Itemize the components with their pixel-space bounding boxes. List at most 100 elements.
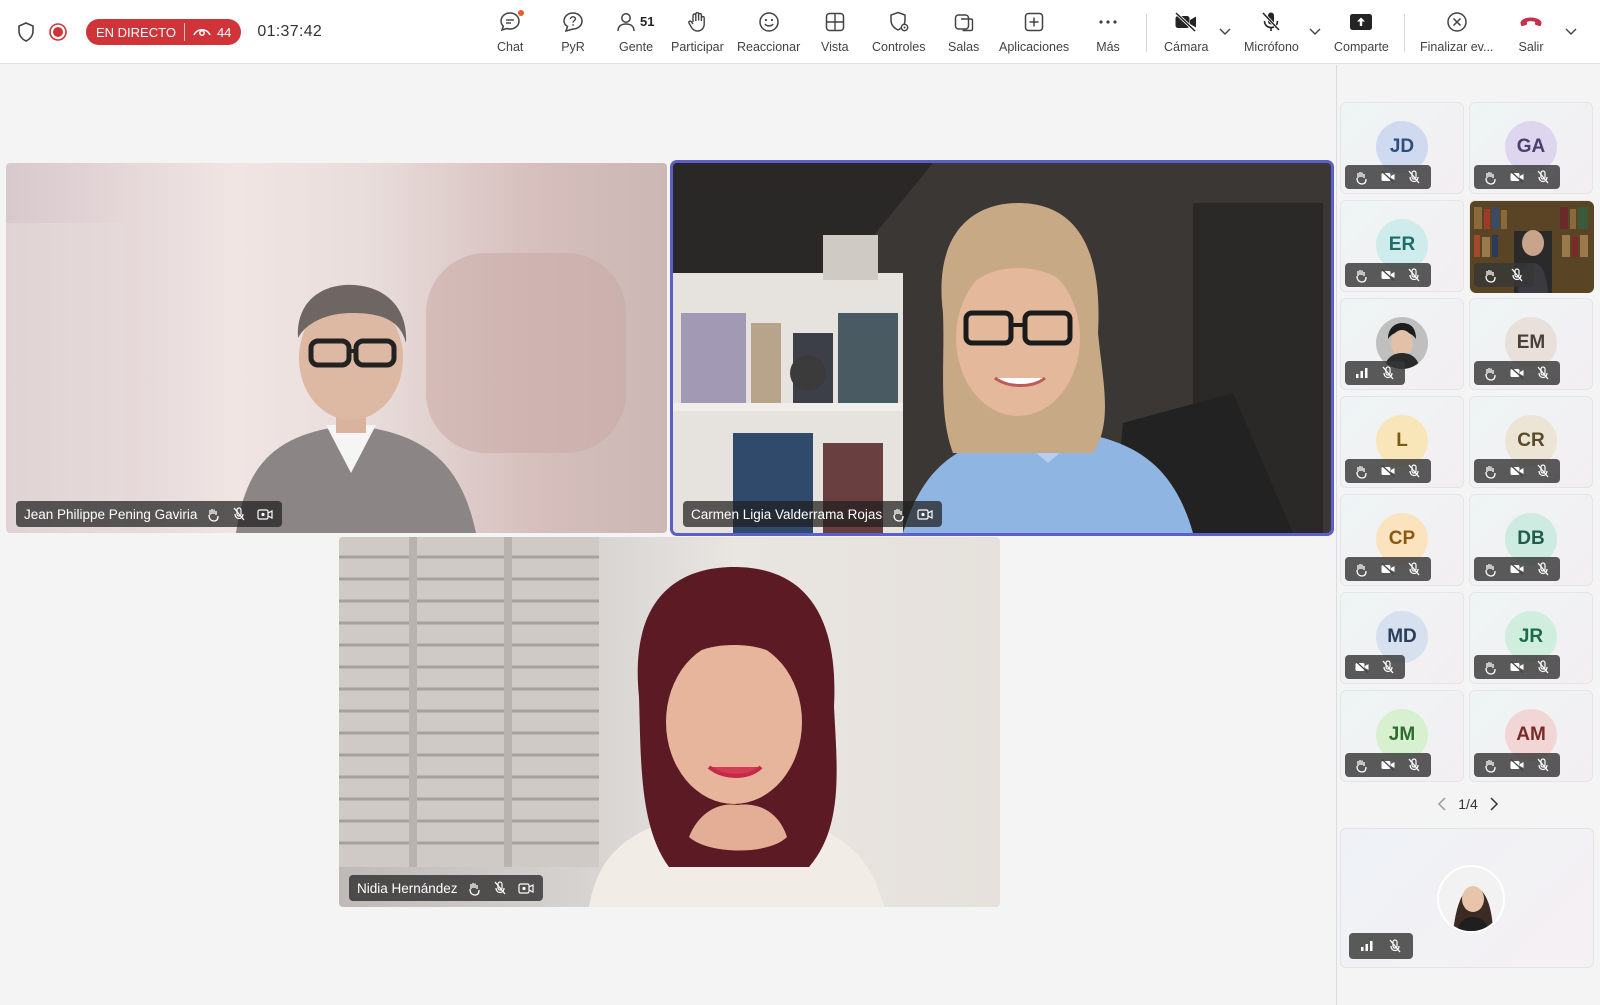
recording-icon[interactable] <box>46 18 70 46</box>
chevron-right-icon[interactable] <box>1484 794 1504 814</box>
participant-tile[interactable]: L <box>1340 396 1464 488</box>
participant-tile[interactable]: EM <box>1469 298 1593 390</box>
camera-off-icon <box>1375 166 1401 188</box>
video-tile[interactable]: Nidia Hernández <box>339 537 1000 907</box>
mic-off-icon <box>1375 656 1401 678</box>
people-button[interactable]: 51 Gente <box>614 8 658 58</box>
shield-icon[interactable] <box>14 18 38 46</box>
hand-info-icon <box>1478 362 1504 384</box>
hand-info-icon <box>1349 558 1375 580</box>
react-button[interactable]: Reaccionar <box>737 8 800 58</box>
grid-icon <box>823 8 847 36</box>
react-label: Reaccionar <box>737 40 801 54</box>
end-event-button[interactable]: Finalizar ev... <box>1420 8 1493 58</box>
qa-label: PyR <box>561 40 585 54</box>
viewer-count: 44 <box>216 24 232 40</box>
toolbar-divider <box>1146 14 1147 52</box>
chevron-left-icon[interactable] <box>1432 794 1452 814</box>
self-avatar <box>1437 865 1505 933</box>
camera-button[interactable]: Cámara <box>1164 8 1208 58</box>
shield-gear-icon <box>887 8 911 36</box>
participant-tile[interactable]: AM <box>1469 690 1593 782</box>
mic-off-icon <box>1530 166 1556 188</box>
participant-tile[interactable] <box>1469 200 1594 293</box>
qa-button[interactable]: PyR <box>561 8 585 58</box>
live-badge[interactable]: EN DIRECTO 44 <box>86 19 242 45</box>
video-tile-active-speaker[interactable]: Carmen Ligia Valderrama Rojas <box>670 160 1334 536</box>
microphone-button[interactable]: Micrófono <box>1244 8 1299 58</box>
share-label: Comparte <box>1334 40 1389 54</box>
notification-dot <box>518 10 525 16</box>
camera-off-icon <box>1349 656 1375 678</box>
participant-tile[interactable]: ER <box>1340 200 1464 292</box>
leave-options-chevron[interactable] <box>1563 24 1579 40</box>
participant-status-icons <box>1345 263 1431 287</box>
participant-tile[interactable]: JD <box>1340 102 1464 194</box>
self-view-tile[interactable] <box>1340 828 1594 968</box>
participant-tile[interactable] <box>1340 298 1464 390</box>
video-tile[interactable]: Jean Philippe Pening Gaviria <box>6 163 667 533</box>
mic-off-icon <box>492 880 508 896</box>
controls-label: Controles <box>872 40 926 54</box>
participant-status-icons <box>1345 557 1431 581</box>
participant-tile[interactable]: JR <box>1469 592 1593 684</box>
controls-button[interactable]: Controles <box>872 8 926 58</box>
participant-name-tag: Jean Philippe Pening Gaviria <box>16 501 283 527</box>
page-indicator: 1/4 <box>1458 796 1478 812</box>
mic-off-icon <box>1401 558 1427 580</box>
participant-status-icons <box>1345 753 1431 777</box>
camera-settings-icon <box>916 506 934 522</box>
camera-off-icon <box>1504 656 1530 678</box>
participant-tile[interactable]: JM <box>1340 690 1464 782</box>
camera-off-icon <box>1173 8 1199 36</box>
people-label: Gente <box>618 40 654 54</box>
share-button[interactable]: Comparte <box>1334 8 1389 58</box>
more-button[interactable]: Más <box>1096 8 1120 58</box>
raise-hand-button[interactable]: Participar <box>671 8 724 58</box>
mic-off-icon <box>1530 754 1556 776</box>
camera-options-chevron[interactable] <box>1217 24 1233 40</box>
mic-off-icon <box>1401 460 1427 482</box>
raise-hand-label: Participar <box>671 40 724 54</box>
participant-tile[interactable]: CP <box>1340 494 1464 586</box>
participant-status-icons <box>1474 361 1560 385</box>
participant-name: Carmen Ligia Valderrama Rojas <box>691 506 883 522</box>
gallery-pager: 1/4 <box>1418 794 1518 814</box>
hand-info-icon <box>467 880 483 896</box>
apps-button[interactable]: Aplicaciones <box>999 8 1069 58</box>
camera-off-icon <box>1504 362 1530 384</box>
view-button[interactable]: Vista <box>821 8 849 58</box>
plus-square-icon <box>1022 8 1046 36</box>
mic-off-icon <box>1401 166 1427 188</box>
smiley-icon <box>757 8 781 36</box>
camera-off-icon <box>1504 558 1530 580</box>
leave-button[interactable]: Salir <box>1518 8 1544 58</box>
camera-off-icon <box>1375 460 1401 482</box>
more-label: Más <box>1096 40 1120 54</box>
mic-off-icon <box>1530 558 1556 580</box>
camera-label: Cámara <box>1164 40 1209 54</box>
chat-button[interactable]: Chat <box>497 8 525 58</box>
participant-tile[interactable]: CR <box>1469 396 1593 488</box>
participant-tile[interactable]: DB <box>1469 494 1593 586</box>
qa-icon <box>561 8 585 36</box>
microphone-options-chevron[interactable] <box>1307 24 1323 40</box>
camera-off-icon <box>1504 460 1530 482</box>
mic-off-icon <box>1401 264 1427 286</box>
participant-tile[interactable]: GA <box>1469 102 1593 194</box>
people-icon: 51 <box>614 8 658 36</box>
camera-off-icon <box>1375 558 1401 580</box>
participant-status-icons <box>1474 263 1534 287</box>
camera-settings-icon <box>256 506 274 522</box>
participant-video <box>6 223 626 533</box>
participant-tile[interactable]: MD <box>1340 592 1464 684</box>
camera-off-icon <box>1375 264 1401 286</box>
participant-status-icons <box>1474 557 1560 581</box>
share-icon <box>1348 8 1374 36</box>
mic-off-icon <box>1381 938 1409 954</box>
hand-info-icon <box>1478 558 1504 580</box>
mic-off-icon <box>1375 362 1401 384</box>
rooms-button[interactable]: Salas <box>948 8 979 58</box>
participant-name-tag: Carmen Ligia Valderrama Rojas <box>683 501 943 527</box>
participant-name: Jean Philippe Pening Gaviria <box>24 506 198 522</box>
